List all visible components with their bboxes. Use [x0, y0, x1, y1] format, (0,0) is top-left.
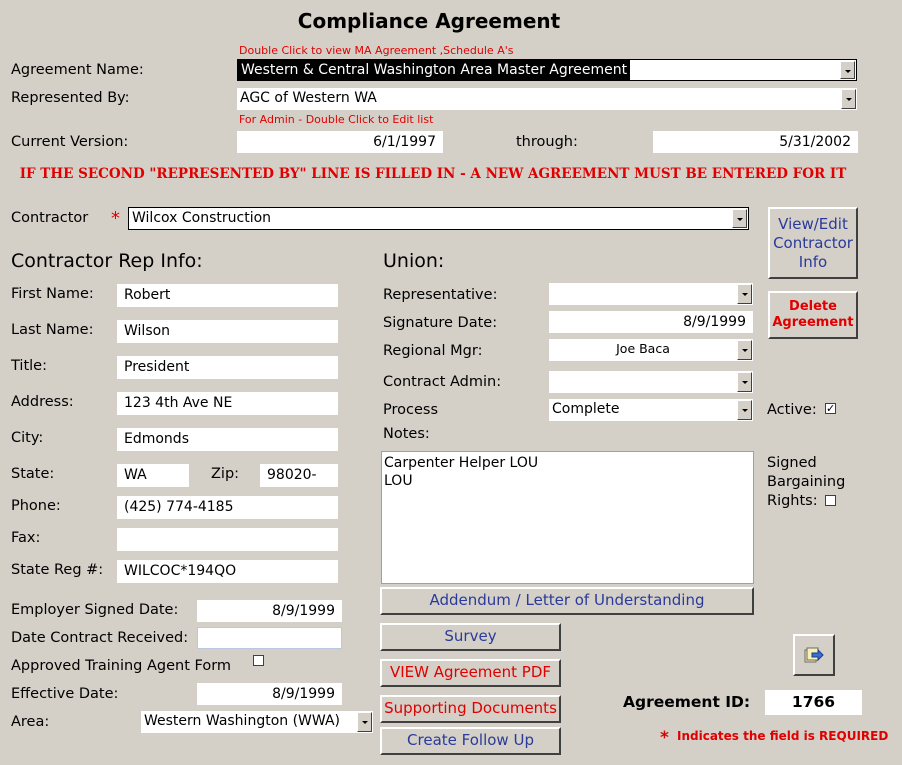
represented-by-value: AGC of Western WA [240, 90, 377, 106]
agreement-name-value: Western & Central Washington Area Master… [238, 60, 631, 80]
agreement-id-label: Agreement ID: [623, 693, 751, 711]
contract-admin-combo[interactable] [549, 371, 753, 393]
representative-value [549, 283, 737, 305]
phone-label: Phone: [11, 498, 61, 514]
supporting-docs-button[interactable]: Supporting Documents [380, 695, 561, 723]
agreement-id-field: 1766 [765, 690, 862, 715]
regional-mgr-combo[interactable]: Joe Baca [549, 339, 753, 361]
fax-field[interactable] [117, 528, 338, 551]
training-agent-label: Approved Training Agent Form [11, 658, 232, 674]
union-heading: Union: [383, 250, 445, 272]
chevron-down-icon[interactable] [737, 284, 752, 304]
create-follow-up-button[interactable]: Create Follow Up [380, 727, 561, 755]
regional-mgr-value: Joe Baca [616, 341, 670, 356]
zip-field[interactable]: 98020- [260, 464, 338, 487]
process-label: Process [383, 402, 439, 418]
active-label: Active: [767, 402, 817, 418]
chevron-down-icon[interactable] [737, 372, 752, 392]
signature-date-field[interactable]: 8/9/1999 [549, 311, 753, 333]
go-to-record-icon [804, 647, 824, 663]
effective-date-label: Effective Date: [11, 686, 119, 702]
first-name-field[interactable]: Robert [117, 284, 338, 307]
last-name-label: Last Name: [11, 322, 94, 338]
survey-button[interactable]: Survey [380, 623, 561, 651]
view-pdf-button[interactable]: VIEW Agreement PDF [380, 659, 561, 687]
title-field[interactable]: President [117, 356, 338, 379]
contractor-rep-heading: Contractor Rep Info: [11, 250, 203, 272]
current-version-label: Current Version: [11, 134, 129, 150]
warning-message: IF THE SECOND "REPRESENTED BY" LINE IS F… [19, 166, 847, 182]
contract-received-field[interactable] [197, 627, 342, 649]
effective-date-field[interactable]: 8/9/1999 [197, 683, 342, 705]
signature-date-label: Signature Date: [383, 315, 498, 331]
contract-received-label: Date Contract Received: [11, 630, 189, 646]
contractor-value: Wilcox Construction [132, 210, 272, 226]
address-field[interactable]: 123 4th Ave NE [117, 392, 338, 415]
agreement-name-label: Agreement Name: [11, 62, 144, 78]
state-reg-label: State Reg #: [11, 562, 104, 578]
version-end-field[interactable]: 5/31/2002 [653, 131, 858, 153]
contract-admin-value [549, 371, 737, 393]
notes-line: LOU [384, 473, 413, 489]
fax-label: Fax: [11, 530, 41, 546]
chevron-down-icon[interactable] [737, 340, 752, 360]
represented-by-label: Represented By: [11, 90, 130, 106]
contractor-label: Contractor [11, 210, 89, 226]
area-label: Area: [11, 714, 50, 730]
employer-signed-field[interactable]: 8/9/1999 [197, 600, 342, 622]
agreement-name-combo[interactable]: Western & Central Washington Area Master… [237, 59, 857, 81]
contractor-combo[interactable]: Wilcox Construction [128, 207, 749, 230]
area-combo[interactable]: Western Washington (WWA) [141, 711, 373, 733]
signed-bargaining-checkbox[interactable] [825, 495, 836, 506]
notes-label: Notes: [383, 426, 430, 442]
addendum-button[interactable]: Addendum / Letter of Understanding [380, 587, 754, 615]
required-marker: * [111, 208, 120, 229]
chevron-down-icon[interactable] [732, 209, 747, 228]
required-note: Indicates the field is REQUIRED [677, 729, 889, 743]
chevron-down-icon[interactable] [840, 61, 855, 79]
notes-line: Carpenter Helper LOU [384, 455, 539, 471]
first-name-label: First Name: [11, 286, 94, 302]
state-label: State: [11, 466, 55, 482]
through-label: through: [516, 134, 578, 150]
zip-label: Zip: [211, 466, 240, 482]
process-value: Complete [552, 401, 620, 417]
chevron-down-icon[interactable] [841, 89, 856, 109]
area-value: Western Washington (WWA) [144, 713, 341, 729]
notes-textarea[interactable]: Carpenter Helper LOU LOU [381, 451, 754, 584]
chevron-down-icon[interactable] [737, 400, 752, 420]
city-label: City: [11, 430, 44, 446]
agreement-hint: Double Click to view MA Agreement ,Sched… [239, 44, 514, 57]
regional-mgr-label: Regional Mgr: [383, 343, 483, 359]
delete-agreement-button[interactable]: Delete Agreement [768, 291, 858, 339]
address-label: Address: [11, 394, 74, 410]
active-checkbox[interactable]: ✓ [825, 403, 836, 414]
represented-by-combo[interactable]: AGC of Western WA [237, 88, 857, 110]
view-edit-contractor-button[interactable]: View/Edit Contractor Info [768, 207, 858, 279]
contract-admin-label: Contract Admin: [383, 374, 502, 390]
state-field[interactable]: WA [117, 464, 189, 487]
city-field[interactable]: Edmonds [117, 428, 338, 451]
process-combo[interactable]: Complete [549, 399, 753, 421]
representative-combo[interactable] [549, 283, 753, 305]
chevron-down-icon[interactable] [357, 712, 372, 732]
admin-hint: For Admin - Double Click to Edit list [239, 113, 434, 126]
employer-signed-label: Employer Signed Date: [11, 602, 179, 618]
page-title: Compliance Agreement [297, 9, 561, 33]
state-reg-field[interactable]: WILCOC*194QO [117, 560, 338, 583]
training-agent-checkbox[interactable] [253, 655, 264, 666]
version-start-field[interactable]: 6/1/1997 [237, 131, 443, 153]
representative-label: Representative: [383, 287, 498, 303]
title-label: Title: [11, 358, 47, 374]
last-name-field[interactable]: Wilson [117, 320, 338, 343]
required-note-marker: * [660, 728, 669, 748]
phone-field[interactable]: (425) 774-4185 [117, 496, 338, 519]
navigate-record-button[interactable] [793, 634, 835, 676]
